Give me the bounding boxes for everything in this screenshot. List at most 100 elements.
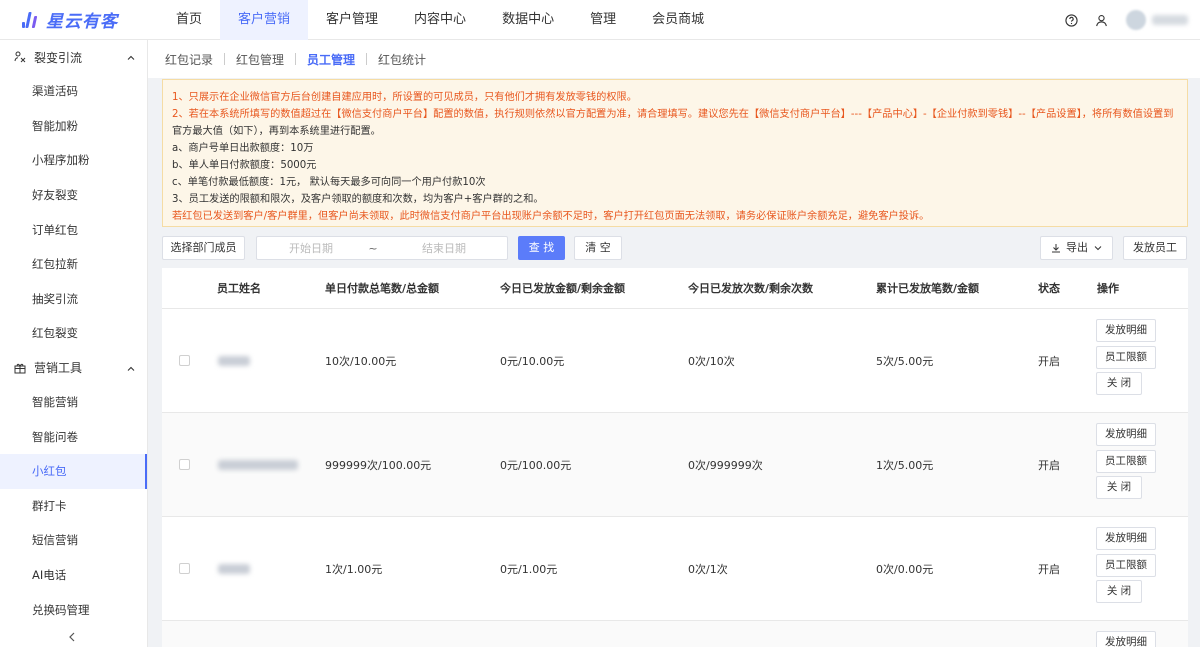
sidebar-item-smart-marketing[interactable]: 智能营销: [0, 385, 147, 420]
table-row: 999999次/100.00元 0元/100.00元 0次/999999次 1次…: [162, 413, 1188, 517]
sidebar-item-miniprogram-add-fans[interactable]: 小程序加粉: [0, 143, 147, 178]
start-date-input[interactable]: 开始日期: [257, 240, 365, 256]
nav-management[interactable]: 管理: [572, 0, 634, 40]
row-actions: 发放明细 员工限额 关 闭: [1096, 319, 1156, 399]
nav-member-mall[interactable]: 会员商城: [634, 0, 722, 40]
table-header: 员工姓名 单日付款总笔数/总金额 今日已发放金额/剩余金额 今日已发放次数/剩余…: [162, 268, 1188, 309]
total-issued: 5次/5.00元: [876, 354, 934, 368]
tab-divider: [295, 53, 297, 65]
end-date-input[interactable]: 结束日期: [381, 240, 507, 256]
col-header-status: 状态: [1038, 282, 1060, 295]
sidebar-item-friend-fission[interactable]: 好友裂变: [0, 178, 147, 213]
tab-divider: [366, 53, 368, 65]
total-issued: 0次/0.00元: [876, 562, 934, 576]
chevron-up-icon: [127, 362, 135, 376]
issue-staff-button[interactable]: 发放员工: [1123, 236, 1187, 260]
sub-tabs: 红包记录 红包管理 员工管理 红包统计: [148, 40, 1200, 78]
col-header-today-count: 今日已发放次数/剩余次数: [688, 282, 814, 295]
tab-redpacket-statistics[interactable]: 红包统计: [378, 51, 426, 68]
col-header-total: 累计已发放笔数/金额: [876, 282, 980, 295]
sidebar-group-label: 营销工具: [34, 361, 83, 376]
nav-data-center[interactable]: 数据中心: [484, 0, 572, 40]
issue-detail-button[interactable]: 发放明细: [1096, 631, 1156, 647]
issue-detail-button[interactable]: 发放明细: [1096, 423, 1156, 446]
nav-content-center[interactable]: 内容中心: [396, 0, 484, 40]
col-header-today-amount: 今日已发放金额/剩余金额: [500, 282, 626, 295]
sidebar-item-smart-add-fans[interactable]: 智能加粉: [0, 109, 147, 144]
sidebar-item-sms-marketing[interactable]: 短信营销: [0, 523, 147, 558]
sidebar-item-order-redpacket[interactable]: 订单红包: [0, 212, 147, 247]
chevron-up-icon: [127, 51, 135, 65]
staff-name-blurred: [218, 563, 250, 574]
staff-table: 员工姓名 单日付款总笔数/总金额 今日已发放金额/剩余金额 今日已发放次数/剩余…: [162, 268, 1188, 647]
sidebar-item-smart-survey[interactable]: 智能问卷: [0, 419, 147, 454]
status-text: 开启: [1038, 562, 1060, 576]
fission-icon: [14, 51, 26, 63]
clear-button[interactable]: 清 空: [574, 236, 622, 260]
today-amount: 0元/100.00元: [500, 458, 572, 472]
select-dept-button[interactable]: 选择部门成员: [162, 236, 245, 260]
user-name-blurred[interactable]: [1152, 15, 1188, 25]
notice-line: c、单笔付款最低额度：1元， 默认每天最多可向同一个用户付款10次: [172, 177, 486, 188]
top-navbar: 星云有客 首页 客户营销 客户管理 内容中心 数据中心 管理 会员商城: [0, 0, 1200, 40]
total-issued: 1次/5.00元: [876, 458, 934, 472]
col-header-daily: 单日付款总笔数/总金额: [325, 282, 440, 295]
sidebar-item-redeem-code[interactable]: 兑换码管理: [0, 592, 147, 627]
close-button[interactable]: 关 闭: [1096, 372, 1142, 395]
collapse-sidebar-icon[interactable]: [66, 631, 78, 643]
export-button[interactable]: 导出: [1040, 236, 1113, 260]
notice-line: 2、若在本系统所填写的数值超过在【微信支付商户平台】配置的数值，执行规则依然以官…: [172, 109, 1174, 120]
close-button[interactable]: 关 闭: [1096, 580, 1142, 603]
row-checkbox[interactable]: [179, 563, 190, 574]
staff-name-blurred: [218, 459, 298, 470]
user-settings-icon[interactable]: [1094, 13, 1108, 27]
close-button[interactable]: 关 闭: [1096, 476, 1142, 499]
tab-staff-management[interactable]: 员工管理: [307, 51, 355, 68]
issue-detail-button[interactable]: 发放明细: [1096, 527, 1156, 550]
table-row: 1次/1.00元 0元/1.00元 0次/1次 0次/0.00元 开启 发放明细…: [162, 517, 1188, 621]
tab-divider: [224, 53, 226, 65]
row-actions: 发放明细: [1096, 631, 1156, 647]
today-count: 0次/999999次: [688, 458, 763, 472]
staff-limit-button[interactable]: 员工限额: [1096, 449, 1156, 473]
filter-toolbar: 选择部门成员 开始日期 ~ 结束日期 查 找 清 空 导出 发放员工: [162, 236, 1188, 260]
status-text: 开启: [1038, 354, 1060, 368]
help-icon[interactable]: [1064, 13, 1078, 27]
sidebar-item-lottery[interactable]: 抽奖引流: [0, 282, 147, 317]
nav-home[interactable]: 首页: [158, 0, 220, 40]
row-actions: 发放明细 员工限额 关 闭: [1096, 527, 1156, 607]
tab-redpacket-management[interactable]: 红包管理: [236, 51, 284, 68]
main-content: 红包记录 红包管理 员工管理 红包统计 1、只展示在企业微信官方后台创建自建应用…: [148, 40, 1200, 647]
chevron-down-icon: [1094, 244, 1102, 252]
top-right-tools: [1048, 0, 1188, 40]
daily-total: 1次/1.00元: [325, 562, 383, 576]
nav-customer-management[interactable]: 客户管理: [308, 0, 396, 40]
staff-limit-button[interactable]: 员工限额: [1096, 345, 1156, 369]
date-range-picker[interactable]: 开始日期 ~ 结束日期: [256, 236, 508, 260]
avatar[interactable]: [1126, 10, 1146, 30]
today-amount: 0元/10.00元: [500, 354, 565, 368]
staff-limit-button[interactable]: 员工限额: [1096, 553, 1156, 577]
search-button[interactable]: 查 找: [518, 236, 565, 260]
notice-line: 若红包已发送到客户/客户群里，但客户尚未领取，此时微信支付商户平台出现账户余额不…: [172, 211, 930, 222]
issue-detail-button[interactable]: 发放明细: [1096, 319, 1156, 342]
row-checkbox[interactable]: [179, 459, 190, 470]
col-header-actions: 操作: [1097, 282, 1119, 295]
table-row: 发放明细: [162, 621, 1188, 647]
sidebar-group-fission[interactable]: 裂变引流: [0, 40, 147, 74]
notice-line: 1、只展示在企业微信官方后台创建自建应用时，所设置的可见成员，只有他们才拥有发放…: [172, 92, 637, 103]
nav-customer-marketing[interactable]: 客户营销: [220, 0, 309, 40]
tab-redpacket-records[interactable]: 红包记录: [165, 51, 213, 68]
main-nav: 首页 客户营销 客户管理 内容中心 数据中心 管理 会员商城: [158, 0, 722, 40]
sidebar-item-ai-phone[interactable]: AI电话: [0, 558, 147, 593]
sidebar-item-redpacket-fission[interactable]: 红包裂变: [0, 316, 147, 351]
row-checkbox[interactable]: [179, 355, 190, 366]
daily-total: 10次/10.00元: [325, 354, 397, 368]
sidebar-group-marketing-tools[interactable]: 营销工具: [0, 351, 147, 385]
download-icon: [1051, 243, 1061, 253]
sidebar-item-group-checkin[interactable]: 群打卡: [0, 489, 147, 524]
sidebar-item-small-redpacket[interactable]: 小红包: [0, 453, 147, 489]
logo[interactable]: 星云有客: [0, 0, 150, 40]
sidebar-item-channel-qr[interactable]: 渠道活码: [0, 74, 147, 109]
sidebar-item-redpacket-acquisition[interactable]: 红包拉新: [0, 247, 147, 282]
